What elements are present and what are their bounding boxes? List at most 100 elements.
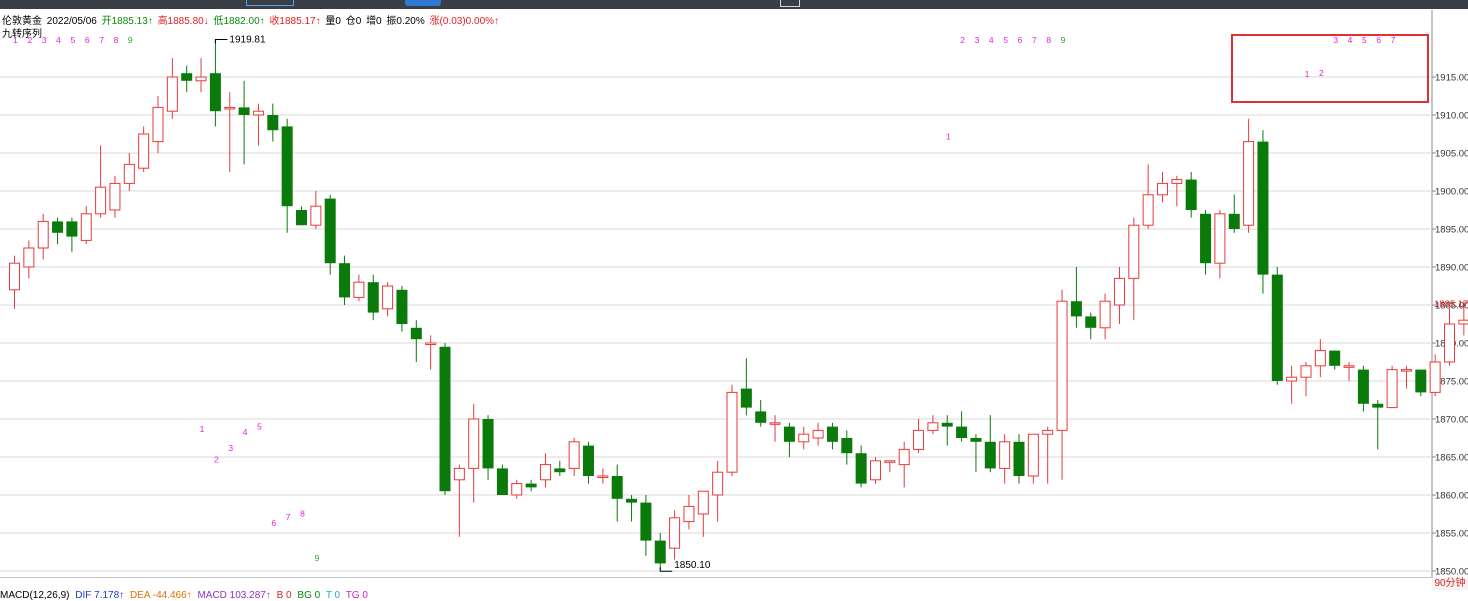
candle [1257,130,1269,294]
candle [1386,365,1398,409]
candle [1329,350,1341,370]
candle [1243,118,1255,233]
candle-body [611,476,623,499]
candle [1415,369,1427,397]
candle-body [525,483,537,488]
time-axis [0,577,1432,589]
candle [410,320,422,362]
candle [37,213,49,260]
candle-body [1027,433,1039,477]
candle-body [984,441,996,469]
sequence-number: 1 [200,424,205,434]
candle [1286,365,1298,404]
candle [970,434,982,473]
candle-body [740,388,752,408]
candle [697,490,709,537]
candle-body [712,471,724,496]
candle [640,495,652,556]
candle [855,445,867,488]
candle [654,533,666,571]
candle [611,464,623,522]
candle [195,58,207,93]
sequence-number: 9 [1061,35,1066,45]
period-selector[interactable]: 90分钟 [1432,578,1468,590]
candle-body [425,342,437,345]
candle-body [1314,350,1326,367]
candle-body [123,163,135,184]
sequence-number: 7 [286,512,291,522]
candle-body [970,438,982,442]
candle-body [410,327,422,340]
candle-body [66,221,78,237]
candle-body [281,126,293,207]
macd-legend: MACD(12,26,9) DIF 7.178↑ DEA -44.466↑ MA… [0,590,1468,601]
candle-body [152,106,164,143]
candle-body [999,441,1011,469]
sequence-number: 5 [1003,35,1008,45]
candle [683,495,695,530]
candle-body [640,502,652,541]
candle-body [1243,141,1255,226]
candle [726,384,738,476]
candle [1314,339,1326,378]
candle-body [1429,361,1441,393]
candle-body [1300,365,1312,378]
candle [138,126,150,172]
macd-dif: DIF 7.178↑ [75,590,125,601]
candle [382,282,394,317]
candle-body [396,289,408,324]
candle [583,441,594,484]
candle [554,460,566,476]
candle-body [583,445,594,476]
candle-body [80,213,92,241]
candle [1027,433,1039,484]
candle-body [1458,319,1468,325]
candle-body [826,426,838,442]
candle [913,419,925,454]
macd-macd: MACD 103.287↑ [197,590,271,601]
candle-body [181,73,193,81]
candle-body [109,182,121,211]
candle-body [927,422,939,431]
y-tick-label: 1900.00 [1435,187,1468,198]
candle-body [554,468,566,473]
candle-body [898,448,910,466]
sequence-number: 5 [71,35,76,45]
macd-b: B 0 [276,590,292,601]
macd-title: MACD(12,26,9) [0,590,70,601]
candle-body [884,460,896,463]
candle-body [252,110,264,116]
sequence-number: 4 [56,35,61,45]
candle-body [956,426,968,438]
candle-body [1185,179,1197,210]
candle [123,153,135,191]
sequence-number: 7 [1032,35,1037,45]
candle-body [453,467,465,481]
candle-body [1444,323,1455,363]
candle-body [95,186,107,215]
candle-body [870,460,881,481]
candle [52,217,64,245]
candle-body [1142,194,1154,226]
candle-body [1228,213,1240,229]
candle-body [195,76,207,82]
candle-body [468,418,480,469]
candle-body [37,220,49,249]
candle-body [166,76,178,112]
sequence-number: 4 [989,35,994,45]
candle [1444,308,1455,366]
candle [841,430,853,465]
y-tick-label: 1855.00 [1435,529,1468,540]
candle-body [769,422,781,425]
candle [1228,194,1240,233]
candle-body [941,422,953,427]
candle [281,118,293,233]
candle [1085,312,1097,340]
y-tick-label: 1860.00 [1435,491,1468,502]
candle [224,92,236,172]
candle-body [654,540,666,564]
highlight-box [1231,34,1429,103]
candle [597,468,609,484]
candle [539,453,551,488]
candle [1099,293,1111,340]
